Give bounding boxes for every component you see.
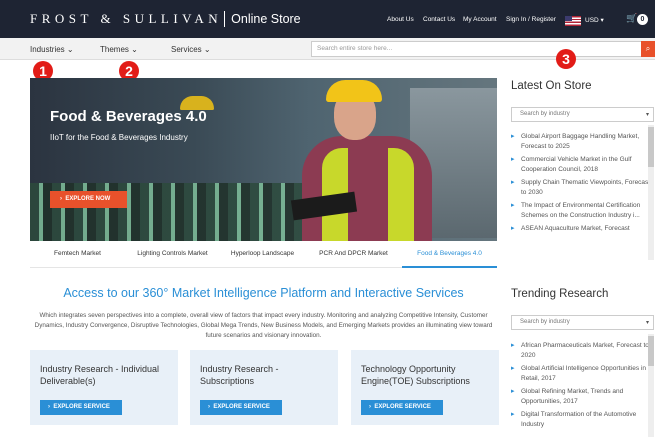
explore-service-button[interactable]: › EXPLORE SERVICE: [200, 400, 282, 415]
nav-themes-label: Themes: [100, 45, 129, 54]
service-cards: Industry Research - Individual Deliverab…: [30, 350, 499, 425]
trending-list: African Pharmaceuticals Market, Forecast…: [511, 341, 654, 437]
nav-industries[interactable]: Industries ⌄: [30, 45, 74, 54]
nav-services[interactable]: Services ⌄: [171, 45, 211, 54]
explore-service-label: EXPLORE SERVICE: [374, 404, 431, 410]
brand-divider: [224, 11, 226, 27]
tab-femtech-market[interactable]: Femtech Market: [30, 241, 125, 268]
service-card-title: Technology Opportunity Engine(TOE) Subsc…: [361, 364, 470, 386]
explore-service-button[interactable]: › EXPLORE SERVICE: [361, 400, 443, 415]
service-card: Industry Research - Subscriptions › EXPL…: [190, 350, 338, 425]
trending-industry-select[interactable]: Search by industry ▾: [511, 315, 654, 330]
access-description: Which integrates seven perspectives into…: [34, 312, 493, 339]
search-input[interactable]: Search entire store here...: [311, 41, 642, 57]
list-item[interactable]: Global Artificial Intelligence Opportuni…: [511, 364, 654, 383]
list-item[interactable]: Supply Chain Thematic Viewpoints, Foreca…: [511, 178, 654, 197]
tab-pcr-dpcr-market[interactable]: PCR And DPCR Market: [305, 241, 402, 268]
currency-label: USD: [585, 17, 599, 24]
search-button[interactable]: ⌕: [641, 41, 655, 57]
tab-food-beverages[interactable]: Food & Beverages 4.0: [402, 241, 497, 268]
service-card: Industry Research - Individual Deliverab…: [30, 350, 178, 425]
brand-name: FROST & SULLIVAN: [30, 11, 223, 26]
nav-services-label: Services: [171, 45, 202, 54]
contact-us-link[interactable]: Contact Us: [423, 16, 455, 23]
hero-banner[interactable]: [30, 78, 497, 241]
list-item[interactable]: The Impact of Environmental Certificatio…: [511, 201, 654, 220]
currency-selector[interactable]: USD ▾: [585, 16, 604, 24]
chevron-down-icon: ⌄: [66, 45, 74, 54]
explore-service-label: EXPLORE SERVICE: [53, 404, 110, 410]
list-item[interactable]: ASEAN Aquaculture Market, Forecast: [511, 224, 654, 234]
chevron-down-icon: ▾: [645, 320, 649, 326]
hero-tabs: Femtech Market Lighting Controls Market …: [30, 241, 497, 268]
list-item[interactable]: Digital Transformation of the Automotive…: [511, 410, 654, 429]
tab-hyperloop-landscape[interactable]: Hyperloop Landscape: [220, 241, 305, 268]
latest-on-store-title: Latest On Store: [511, 80, 592, 92]
nav-industries-label: Industries: [30, 45, 65, 54]
cart-icon[interactable]: 🛒: [626, 13, 637, 24]
list-item[interactable]: Commercial Vehicle Market in the Gulf Co…: [511, 155, 654, 174]
list-item[interactable]: Global Airport Baggage Handling Market, …: [511, 132, 654, 151]
latest-industry-select[interactable]: Search by industry ▾: [511, 107, 654, 122]
store-name: Online Store: [231, 12, 301, 26]
hero-worker-helmet: [326, 80, 382, 102]
explore-now-label: EXPLORE NOW: [65, 196, 111, 202]
service-card-title: Industry Research - Individual Deliverab…: [40, 364, 160, 386]
sign-in-register-link[interactable]: Sign In / Register: [506, 16, 556, 23]
latest-select-placeholder: Search by industry: [520, 111, 570, 117]
chevron-down-icon: ⌄: [131, 45, 138, 54]
chevron-down-icon: ▾: [645, 112, 649, 118]
latest-scrollbar[interactable]: [648, 125, 654, 260]
hero-title: Food & Beverages 4.0: [50, 108, 207, 125]
tab-lighting-controls-market[interactable]: Lighting Controls Market: [125, 241, 220, 268]
cart-count-badge: 0: [637, 14, 648, 25]
search-icon: ⌕: [645, 44, 651, 53]
annotation-badge-3: 3: [556, 49, 576, 69]
us-flag-icon[interactable]: [565, 16, 581, 26]
list-item[interactable]: African Pharmaceuticals Market, Forecast…: [511, 341, 654, 360]
about-us-link[interactable]: About Us: [387, 16, 414, 23]
top-bar: FROST & SULLIVAN Online Store: [0, 0, 655, 38]
trending-select-placeholder: Search by industry: [520, 319, 570, 325]
list-item[interactable]: Global Refining Market, Trends and Oppor…: [511, 387, 654, 406]
service-card: Technology Opportunity Engine(TOE) Subsc…: [351, 350, 499, 425]
nav-themes[interactable]: Themes ⌄: [100, 45, 138, 54]
brand-logo[interactable]: FROST & SULLIVAN Online Store: [30, 11, 301, 27]
chevron-down-icon: ⌄: [203, 45, 211, 54]
explore-service-button[interactable]: › EXPLORE SERVICE: [40, 400, 122, 415]
service-card-title: Industry Research - Subscriptions: [200, 364, 279, 386]
hero-subtitle: IIoT for the Food & Beverages Industry: [50, 133, 188, 142]
access-title: Access to our 360° Market Intelligence P…: [63, 286, 464, 300]
latest-scrollbar-thumb[interactable]: [648, 127, 654, 167]
trending-research-title: Trending Research: [511, 288, 609, 300]
trending-scrollbar[interactable]: [648, 334, 654, 437]
trending-scrollbar-thumb[interactable]: [648, 336, 654, 366]
explore-service-label: EXPLORE SERVICE: [213, 404, 270, 410]
my-account-link[interactable]: My Account: [463, 16, 497, 23]
explore-now-button[interactable]: › EXPLORE NOW: [50, 191, 127, 208]
latest-list: Global Airport Baggage Handling Market, …: [511, 132, 654, 259]
